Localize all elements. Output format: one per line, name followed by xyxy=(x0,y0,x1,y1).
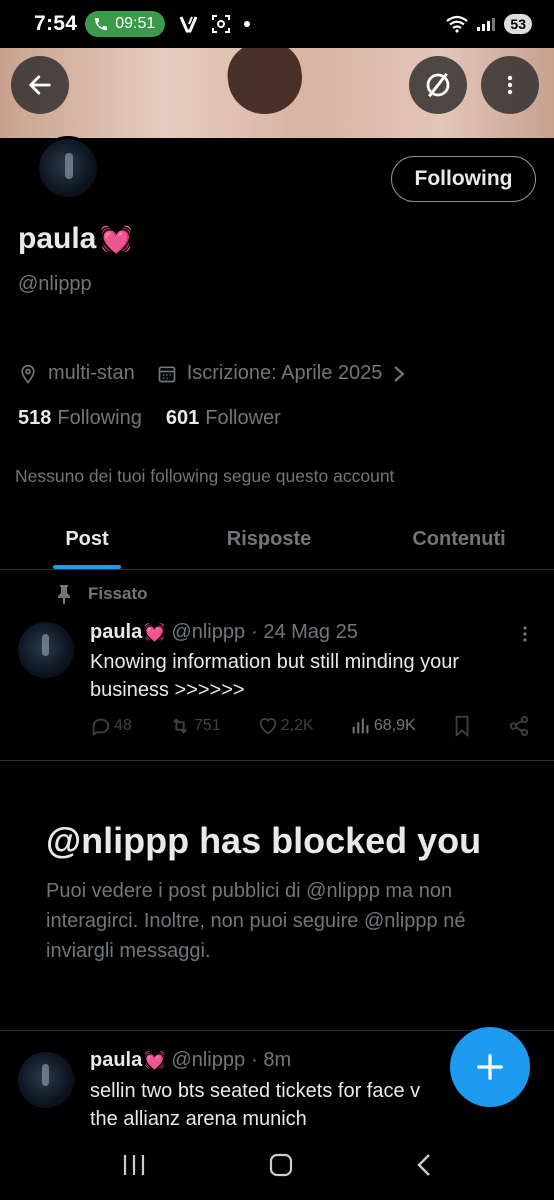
tab-contenuti[interactable]: Contenuti xyxy=(364,510,554,569)
dot-icon xyxy=(244,21,251,27)
tab-risposte[interactable]: Risposte xyxy=(174,510,364,569)
like-button[interactable]: 2,2K xyxy=(257,715,314,737)
battery-level: 53 xyxy=(504,14,532,34)
pinned-post-avatar[interactable] xyxy=(18,622,74,678)
reply-count: 48 xyxy=(114,717,132,734)
system-icons: 53 xyxy=(446,14,532,34)
screenshot-icon xyxy=(212,15,231,33)
post-time: · 8m xyxy=(251,1049,292,1071)
joined-item[interactable]: Iscrizione: Aprile 2025 xyxy=(157,362,407,385)
v-app-icon xyxy=(179,16,198,33)
calendar-icon xyxy=(158,366,176,382)
author-name: paula xyxy=(90,1049,143,1071)
location-pin-icon xyxy=(21,364,35,384)
status-time: 7:54 xyxy=(34,12,78,35)
phone-icon xyxy=(95,18,108,30)
recent-apps-icon xyxy=(123,1154,144,1175)
pinned-post-author[interactable]: paula 💓 xyxy=(90,621,165,644)
repost-icon xyxy=(172,718,188,734)
post-text-line2: the allianz arena munich xyxy=(90,1108,307,1130)
vertical-dots-icon xyxy=(523,626,527,642)
nav-back-button[interactable] xyxy=(415,1152,433,1183)
divider xyxy=(0,760,554,761)
banner-heart-image xyxy=(223,48,307,119)
followers-count-link[interactable]: 601 Follower xyxy=(166,407,281,430)
post-text-line1: sellin two bts seated tickets for face v xyxy=(90,1080,421,1102)
call-indicator[interactable]: 09:51 xyxy=(85,11,166,37)
profile-avatar[interactable] xyxy=(36,136,100,200)
post-author[interactable]: paula 💓 xyxy=(90,1049,165,1072)
post-handle: @nlippp xyxy=(171,621,246,643)
followed-by-note: Nessuno dei tuoi following segue questo … xyxy=(15,466,395,486)
status-bar: 7:54 09:51 53 xyxy=(0,0,554,48)
author-name: paula xyxy=(90,621,143,643)
bookmark-button[interactable] xyxy=(452,715,472,737)
profile-tabs: Post Risposte Contenuti xyxy=(0,510,554,570)
location-item: multi-stan xyxy=(18,362,135,385)
joined-text: Iscrizione: Aprile 2025 xyxy=(186,362,383,384)
call-timer: 09:51 xyxy=(115,15,156,32)
pinned-post-header: paula 💓 @nlippp · 24 Mag 25 xyxy=(90,621,358,644)
slash-circle-icon xyxy=(426,72,450,98)
share-button[interactable] xyxy=(508,715,530,737)
display-name-text: paula xyxy=(18,222,97,255)
chevron-right-icon xyxy=(394,365,406,382)
system-nav-bar xyxy=(0,1134,554,1200)
post-handle: @nlippp xyxy=(171,1049,246,1071)
recent-apps-button[interactable] xyxy=(121,1153,147,1182)
followers-label: Follower xyxy=(205,407,281,429)
profile-banner[interactable] xyxy=(0,48,554,138)
display-name: paula 💓 xyxy=(18,222,133,256)
post-date: · 24 Mag 25 xyxy=(251,621,358,643)
post-avatar[interactable] xyxy=(18,1052,74,1108)
reply-icon xyxy=(92,718,110,736)
notification-icons xyxy=(179,14,251,34)
heart-icon xyxy=(259,718,277,735)
tab-post[interactable]: Post xyxy=(0,510,174,569)
plus-icon xyxy=(477,1054,503,1080)
location-text: multi-stan xyxy=(48,362,135,384)
profile-handle: @nlippp xyxy=(18,273,92,295)
back-button[interactable] xyxy=(11,56,69,114)
post-more-button[interactable] xyxy=(516,624,534,649)
following-label: Following xyxy=(57,407,142,429)
follow-counts: 518 Following 601 Follower xyxy=(18,407,281,430)
more-options-button[interactable] xyxy=(481,56,539,114)
views-chart-icon xyxy=(352,718,369,734)
arrow-left-icon xyxy=(29,75,51,95)
following-count-link[interactable]: 518 Following xyxy=(18,407,142,430)
repost-button[interactable]: 751 xyxy=(168,715,221,737)
pinned-text: Fissato xyxy=(88,584,148,603)
vertical-dots-icon xyxy=(507,75,513,95)
chevron-left-icon xyxy=(417,1153,431,1176)
home-button[interactable] xyxy=(268,1152,294,1183)
share-icon xyxy=(509,715,529,737)
pinned-label: Fissato xyxy=(56,584,148,604)
views-button[interactable]: 68,9K xyxy=(350,715,416,737)
pinned-post-text[interactable]: Knowing information but still minding yo… xyxy=(90,648,530,704)
heart-emoji-icon: 💓 xyxy=(100,223,133,254)
wifi-icon xyxy=(446,15,469,33)
compose-post-button[interactable] xyxy=(450,1027,530,1107)
grok-button[interactable] xyxy=(409,56,467,114)
reply-button[interactable]: 48 xyxy=(90,715,132,737)
following-button[interactable]: Following xyxy=(391,156,536,202)
pin-icon xyxy=(58,585,70,604)
heart-emoji-icon: 💓 xyxy=(144,622,166,642)
blocked-description: Puoi vedere i post pubblici di @nlippp m… xyxy=(46,880,466,962)
profile-meta: multi-stan Iscrizione: Aprile 2025 xyxy=(18,362,428,385)
repost-count: 751 xyxy=(193,717,221,734)
like-count: 2,2K xyxy=(280,717,314,734)
home-icon xyxy=(269,1153,293,1176)
views-count: 68,9K xyxy=(373,717,416,734)
post-actions: 48 751 2,2K 68,9K xyxy=(90,715,530,737)
signal-icon xyxy=(477,18,496,31)
post-header: paula 💓 @nlippp · 8m xyxy=(90,1049,291,1072)
bookmark-icon xyxy=(455,715,469,737)
blocked-title: @nlippp has blocked you xyxy=(46,820,482,861)
followers-count: 601 xyxy=(165,407,200,429)
following-count: 518 xyxy=(18,407,52,429)
heart-emoji-icon: 💓 xyxy=(144,1050,166,1070)
